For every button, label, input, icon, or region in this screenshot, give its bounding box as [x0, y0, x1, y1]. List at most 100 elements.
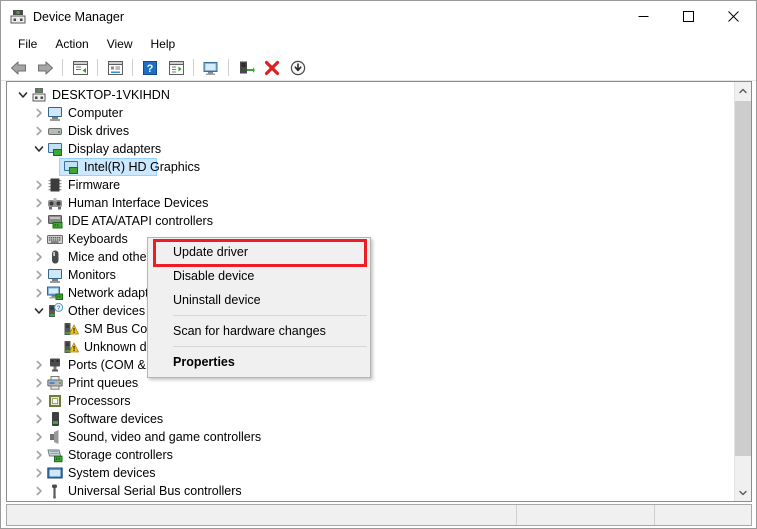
- context-menu-item-properties[interactable]: Properties: [148, 350, 370, 374]
- chevron-down-icon[interactable]: [15, 86, 31, 104]
- tree-row-system-devices[interactable]: System devices: [7, 464, 734, 482]
- chevron-right-icon[interactable]: [31, 446, 47, 464]
- tree-row-ide-controllers[interactable]: IDE ATA/ATAPI controllers: [7, 212, 734, 230]
- svg-text:!: !: [73, 346, 75, 353]
- chevron-right-icon[interactable]: [31, 176, 47, 194]
- menu-view[interactable]: View: [98, 34, 142, 54]
- scrollbar-track[interactable]: [735, 99, 751, 484]
- chevron-right-icon[interactable]: [31, 356, 47, 374]
- title-bar: Device Manager: [1, 1, 756, 32]
- chevron-right-icon[interactable]: [31, 212, 47, 230]
- disable-device-icon[interactable]: [233, 56, 259, 80]
- menu-bar: File Action View Help: [1, 32, 756, 55]
- chevron-right-icon[interactable]: [31, 248, 47, 266]
- show-hide-action-pane-icon[interactable]: [163, 56, 189, 80]
- device-manager-icon: [10, 9, 26, 25]
- disk-drive-icon: [47, 123, 63, 139]
- tree-row-human-interface-devices[interactable]: Human Interface Devices: [7, 194, 734, 212]
- tree-row-software-devices[interactable]: Software devices: [7, 410, 734, 428]
- network-adapter-icon: [47, 285, 63, 301]
- tree-row-label: System devices: [68, 466, 156, 480]
- chevron-down-icon[interactable]: [31, 302, 47, 320]
- tree-row-storage-controllers[interactable]: Storage controllers: [7, 446, 734, 464]
- display-adapter-icon: [63, 159, 79, 175]
- tree-row-label: Processors: [68, 394, 131, 408]
- tree-row-label: Human Interface Devices: [68, 196, 209, 210]
- help-icon[interactable]: ?: [137, 56, 163, 80]
- device-tree[interactable]: DESKTOP-1VKIHDN Computer Disk drives Dis…: [7, 82, 734, 501]
- tree-row-display-adapters[interactable]: Display adapters: [7, 140, 734, 158]
- usb-controller-icon: [47, 483, 63, 499]
- tree-row-intel-hd-graphics[interactable]: Intel(R) HD Graphics: [7, 158, 734, 176]
- tree-row-label: Software devices: [68, 412, 164, 426]
- uninstall-device-icon[interactable]: [259, 56, 285, 80]
- menu-action[interactable]: Action: [46, 34, 97, 54]
- tree-row-label: Storage controllers: [68, 448, 173, 462]
- context-menu-item-scan-for-hardware-changes[interactable]: Scan for hardware changes: [148, 319, 370, 343]
- context-menu-item-update-driver[interactable]: Update driver: [148, 240, 370, 264]
- chevron-right-icon[interactable]: [31, 284, 47, 302]
- chevron-right-icon[interactable]: [31, 374, 47, 392]
- scan-for-hardware-changes-icon[interactable]: [285, 56, 311, 80]
- toolbar-separator: [62, 59, 63, 76]
- unknown-device-warning-icon: !: [63, 321, 79, 337]
- tree-row-label: Monitors: [68, 268, 116, 282]
- tree-row-disk-drives[interactable]: Disk drives: [7, 122, 734, 140]
- menu-help[interactable]: Help: [142, 34, 185, 54]
- window-title: Device Manager: [33, 9, 125, 24]
- tree-row-label: Sound, video and game controllers: [68, 430, 262, 444]
- maximize-icon[interactable]: [666, 1, 711, 32]
- tree-row-root[interactable]: DESKTOP-1VKIHDN: [7, 86, 734, 104]
- vertical-scrollbar[interactable]: [734, 82, 751, 501]
- tree-row-label: Display adapters: [68, 142, 162, 156]
- update-driver-icon[interactable]: [198, 56, 224, 80]
- scroll-up-icon[interactable]: [735, 82, 751, 99]
- tree-row-label: Universal Serial Bus controllers: [68, 484, 242, 498]
- chevron-right-icon[interactable]: [31, 410, 47, 428]
- chevron-down-icon[interactable]: [31, 140, 47, 158]
- scroll-down-icon[interactable]: [735, 484, 751, 501]
- chevron-right-icon[interactable]: [31, 464, 47, 482]
- back-icon[interactable]: [6, 56, 32, 80]
- chevron-right-icon[interactable]: [31, 392, 47, 410]
- computer-root-icon: [31, 87, 47, 103]
- chevron-right-icon[interactable]: [31, 482, 47, 500]
- device-manager-window: Device Manager File Action View Help ? D…: [0, 0, 757, 529]
- status-bar: [6, 504, 752, 526]
- tree-row-sound-controllers[interactable]: Sound, video and game controllers: [7, 428, 734, 446]
- firmware-icon: [47, 177, 63, 193]
- chevron-right-icon[interactable]: [31, 104, 47, 122]
- forward-icon[interactable]: [32, 56, 58, 80]
- tree-row-firmware[interactable]: Firmware: [7, 176, 734, 194]
- toolbar-separator: [97, 59, 98, 76]
- svg-text:!: !: [73, 328, 75, 335]
- toolbar-separator: [193, 59, 194, 76]
- tree-row-processors[interactable]: Processors: [7, 392, 734, 410]
- processor-icon: [47, 393, 63, 409]
- computer-icon: [47, 105, 63, 121]
- properties-icon[interactable]: [102, 56, 128, 80]
- close-icon[interactable]: [711, 1, 756, 32]
- context-menu-item-uninstall-device[interactable]: Uninstall device: [148, 288, 370, 312]
- status-bar-panel-3: [655, 505, 751, 525]
- tree-row-label: Keyboards: [68, 232, 128, 246]
- show-hide-console-tree-icon[interactable]: [67, 56, 93, 80]
- monitor-icon: [47, 267, 63, 283]
- device-tree-panel: DESKTOP-1VKIHDN Computer Disk drives Dis…: [6, 81, 752, 502]
- port-icon: [47, 357, 63, 373]
- menu-file[interactable]: File: [9, 34, 46, 54]
- chevron-right-icon[interactable]: [31, 266, 47, 284]
- unknown-device-warning-icon: !: [63, 339, 79, 355]
- chevron-right-icon[interactable]: [31, 428, 47, 446]
- context-menu[interactable]: Update driver Disable device Uninstall d…: [147, 237, 371, 378]
- minimize-icon[interactable]: [621, 1, 666, 32]
- chevron-right-icon[interactable]: [31, 122, 47, 140]
- scrollbar-thumb[interactable]: [735, 101, 751, 456]
- tree-row-computer[interactable]: Computer: [7, 104, 734, 122]
- chevron-right-icon[interactable]: [31, 230, 47, 248]
- context-menu-item-disable-device[interactable]: Disable device: [148, 264, 370, 288]
- tree-row-usb-controllers[interactable]: Universal Serial Bus controllers: [7, 482, 734, 500]
- chevron-right-icon[interactable]: [31, 194, 47, 212]
- tree-row-label: IDE ATA/ATAPI controllers: [68, 214, 213, 228]
- status-bar-message: [7, 505, 517, 525]
